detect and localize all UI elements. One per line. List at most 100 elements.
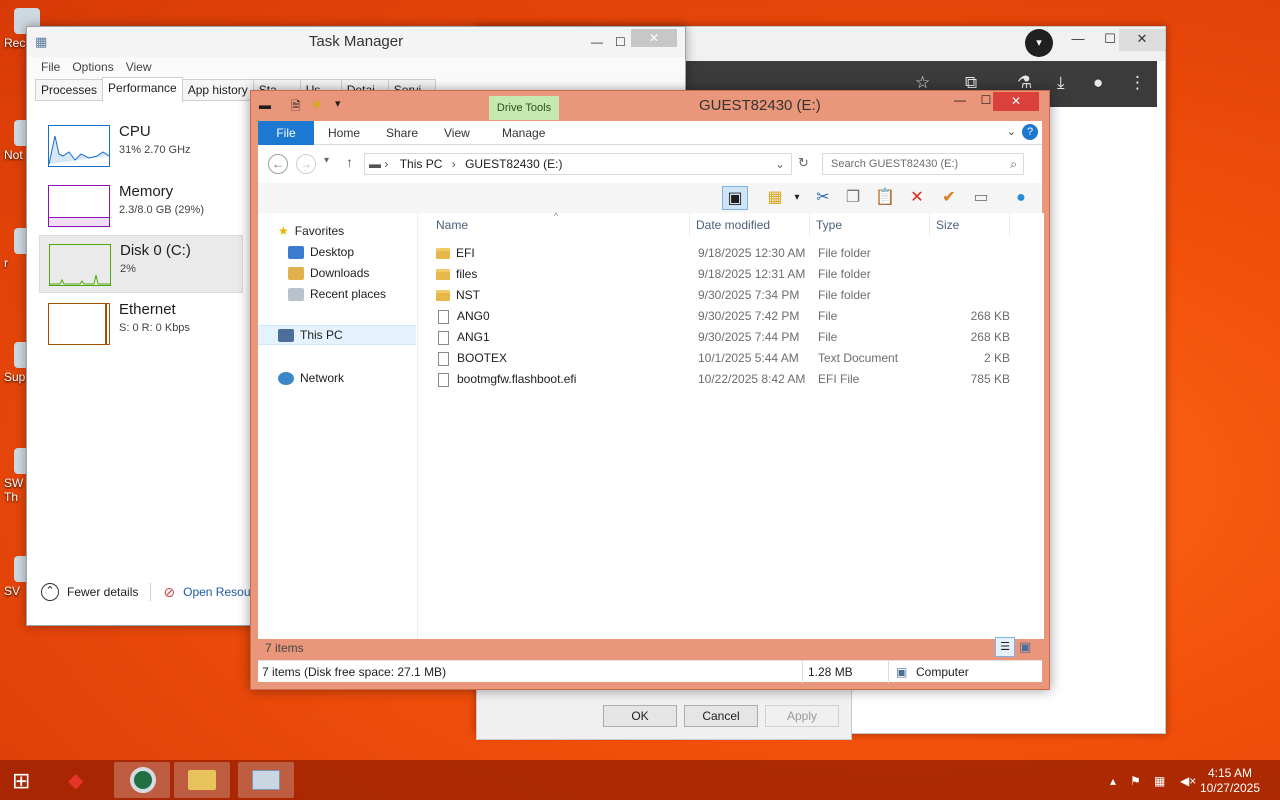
forward-button[interactable]: → [296, 154, 316, 174]
status-bar: 7 items (Disk free space: 27.1 MB) 1.28 … [258, 660, 1042, 683]
nav-favorites[interactable]: ★ Favorites [278, 221, 344, 241]
ribbon-tab-manage[interactable]: Manage [492, 121, 555, 145]
nav-network[interactable]: Network [278, 368, 344, 388]
back-button[interactable]: ← [268, 154, 288, 174]
cancel-button[interactable]: Cancel [684, 705, 758, 727]
maximize-button[interactable]: ☐ [615, 27, 626, 57]
apply-button[interactable]: Apply [765, 705, 839, 727]
minimize-button[interactable]: — [591, 27, 603, 57]
expand-ribbon-icon[interactable]: ⌄ [1007, 125, 1016, 138]
ribbon-tabs: File Home Share View Manage ⌄ ? [258, 121, 1042, 145]
large-icons-view-icon[interactable]: ▣ [1019, 639, 1031, 655]
help-icon[interactable]: ? [1022, 124, 1038, 140]
refresh-icon[interactable]: ↻ [798, 155, 809, 171]
file-row[interactable]: bootmgfw.flashboot.efi 10/22/2025 8:42 A… [430, 369, 1010, 390]
drive-tools-context-tab[interactable]: Drive Tools [489, 96, 559, 120]
task-manager-footer: ⌃ Fewer details ⊘ Open Resource [41, 583, 267, 601]
new-folder-quick-icon[interactable]: ■ [313, 97, 320, 111]
close-button[interactable]: ✕ [993, 92, 1039, 111]
breadcrumb-separator-icon: › [451, 157, 456, 171]
menu-view[interactable]: View [122, 57, 156, 79]
address-bar[interactable]: ▬ › This PC › GUEST82430 (E:) ⌄ [364, 153, 792, 175]
close-button[interactable]: ✕ [1119, 29, 1165, 51]
show-hidden-icons-icon[interactable]: ▴ [1110, 774, 1116, 788]
taskbar-app-chrome[interactable] [114, 762, 170, 798]
preview-pane-icon[interactable]: ▣ [722, 186, 748, 210]
file-row[interactable]: NST 9/30/2025 7:34 PM File folder [430, 285, 1010, 306]
taskbar-app-file-explorer[interactable] [174, 762, 230, 798]
explorer-title: GUEST82430 (E:) [699, 97, 821, 114]
system-clock[interactable]: 4:15 AM 10/27/2025 [1200, 766, 1260, 796]
cpu-graph [48, 125, 110, 167]
nav-recent-places[interactable]: Recent places [288, 284, 386, 304]
task-manager-icon: ▦ [35, 34, 48, 49]
copy-icon[interactable]: ❐ [840, 186, 866, 210]
paste-icon[interactable]: 📋 [872, 186, 898, 210]
folder-icon [436, 290, 450, 302]
menu-icon[interactable]: ⋮ [1129, 73, 1146, 93]
taskbar-app-toolbox[interactable]: ◆ [56, 762, 112, 798]
breadcrumb-drive[interactable]: GUEST82430 (E:) [465, 157, 562, 171]
perf-item-memory[interactable]: Memory 2.3/8.0 GB (29%) [39, 177, 243, 235]
disk-detail: 2% [120, 263, 136, 275]
properties-dropdown-icon[interactable]: ▾ [784, 186, 810, 210]
taskbar-app-task-manager[interactable] [238, 762, 294, 798]
nav-this-pc[interactable]: This PC [258, 325, 416, 345]
task-manager-menu: File Options View [27, 57, 685, 79]
ribbon-tab-share[interactable]: Share [376, 121, 428, 145]
column-name[interactable]: Name [430, 213, 690, 237]
checkmark-icon[interactable]: ✔ [936, 186, 962, 210]
perf-item-disk[interactable]: Disk 0 (C:) 2% [39, 235, 243, 293]
address-dropdown-icon[interactable]: ⌄ [775, 154, 785, 174]
ribbon-tab-home[interactable]: Home [318, 121, 370, 145]
menu-options[interactable]: Options [68, 57, 117, 79]
quick-access-dropdown-icon[interactable]: ▾ [335, 97, 341, 110]
globe-icon[interactable]: ● [1008, 186, 1034, 210]
file-row[interactable]: ANG0 9/30/2025 7:42 PM File 268 KB [430, 306, 1010, 327]
file-row[interactable]: ANG1 9/30/2025 7:44 PM File 268 KB [430, 327, 1010, 348]
perf-item-ethernet[interactable]: Ethernet S: 0 R: 0 Kbps [39, 295, 243, 353]
nav-downloads[interactable]: Downloads [288, 263, 369, 283]
status-selection-size: 1.28 MB [808, 665, 853, 679]
chevron-up-icon[interactable]: ⌃ [41, 583, 59, 601]
ribbon-tab-view[interactable]: View [434, 121, 480, 145]
network-icon[interactable]: ▦ [1154, 774, 1165, 788]
toolbox-icon: ◆ [68, 770, 84, 792]
search-box[interactable]: Search GUEST82430 (E:) ⌕ [822, 153, 1024, 175]
close-button[interactable]: ✕ [631, 29, 677, 47]
file-row[interactable]: BOOTEX 10/1/2025 5:44 AM Text Document 2… [430, 348, 1010, 369]
column-size[interactable]: Size [930, 213, 1010, 237]
download-icon[interactable]: ⤓ [1057, 73, 1065, 93]
up-arrow-icon[interactable]: ↑ [346, 154, 353, 170]
cut-icon[interactable]: ✂ [810, 186, 836, 210]
properties-quick-icon[interactable]: 🗎 [291, 97, 301, 118]
start-button-windows-icon[interactable]: ⊞ [12, 768, 30, 794]
delete-icon[interactable]: ✕ [904, 186, 930, 210]
column-date-modified[interactable]: Date modified [690, 213, 810, 237]
file-row[interactable]: files 9/18/2025 12:31 AM File folder [430, 264, 1010, 285]
item-count: 7 items [265, 641, 304, 655]
profile-icon[interactable]: ● [1093, 73, 1103, 93]
breadcrumb-this-pc[interactable]: This PC [400, 157, 443, 171]
fewer-details-link[interactable]: Fewer details [67, 585, 138, 599]
file-icon [438, 309, 449, 324]
nav-desktop[interactable]: Desktop [288, 242, 354, 262]
details-view-icon[interactable]: ☰ [995, 637, 1015, 657]
menu-file[interactable]: File [37, 57, 64, 79]
tab-processes[interactable]: Processes [35, 79, 104, 100]
drive-icon: ▬ › [369, 157, 389, 171]
ok-button[interactable]: OK [603, 705, 677, 727]
recent-locations-icon[interactable]: ▾ [324, 155, 329, 166]
ribbon-tab-file[interactable]: File [258, 121, 314, 145]
volume-muted-icon[interactable]: ◀× [1180, 774, 1196, 788]
tab-performance[interactable]: Performance [102, 77, 183, 102]
disk-label: Disk 0 (C:) [120, 242, 191, 259]
rename-icon[interactable]: ▭ [968, 186, 994, 210]
perf-item-cpu[interactable]: CPU 31% 2.70 GHz [39, 117, 243, 175]
minimize-button[interactable]: — [947, 93, 973, 111]
file-row[interactable]: EFI 9/18/2025 12:30 AM File folder [430, 243, 1010, 264]
tab-app-history[interactable]: App history [181, 79, 254, 100]
column-type[interactable]: Type [810, 213, 930, 237]
chevron-down-icon[interactable]: ▾ [1025, 29, 1053, 57]
action-center-flag-icon[interactable]: ⚑ [1130, 774, 1141, 788]
